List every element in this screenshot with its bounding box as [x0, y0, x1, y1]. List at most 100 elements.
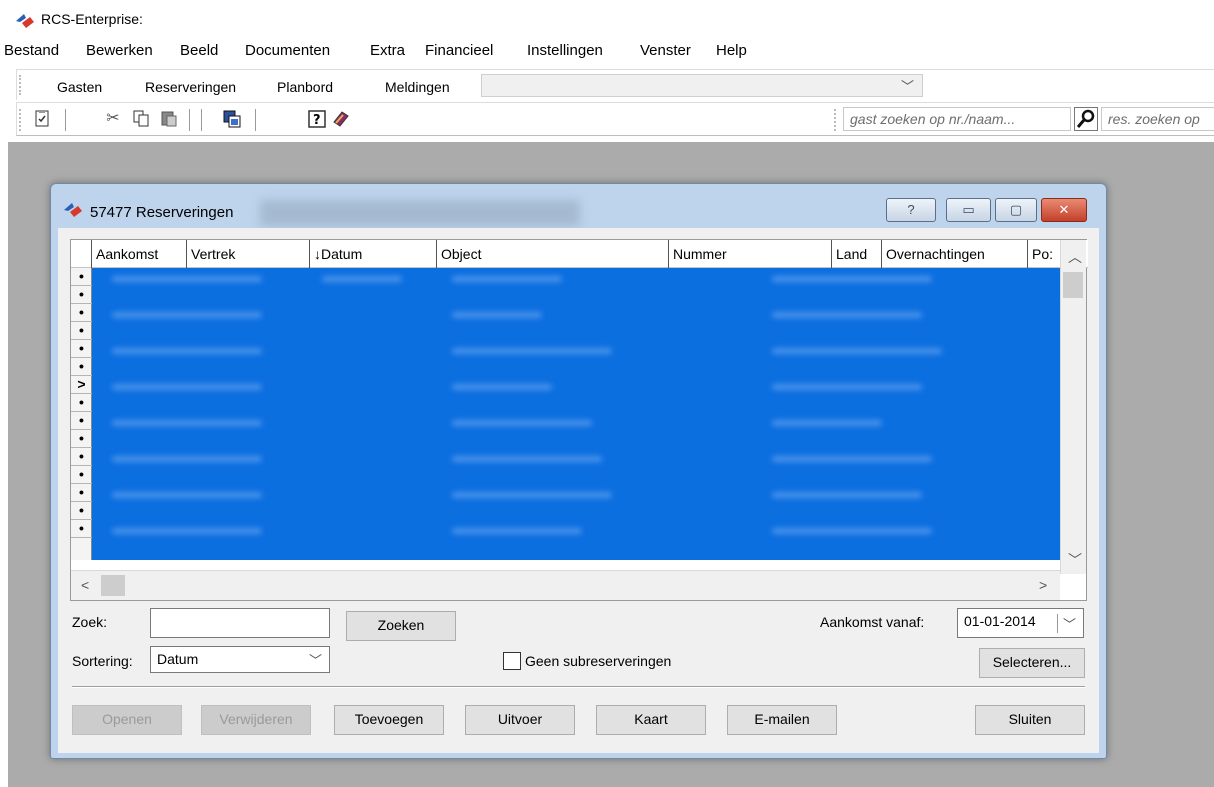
menu-bestand[interactable]: Bestand — [4, 42, 59, 59]
toolbar-grip[interactable] — [834, 109, 837, 131]
column-header-land[interactable]: Land — [831, 240, 881, 268]
tab-bar-grip[interactable] — [19, 75, 22, 95]
row-marker[interactable]: • — [71, 520, 92, 538]
column-header-vertrek[interactable]: Vertrek — [186, 240, 309, 268]
email-button[interactable]: E-mailen — [727, 705, 837, 735]
toolbar-separator — [189, 109, 190, 131]
export-button[interactable]: Uitvoer — [465, 705, 575, 735]
tab-gasten[interactable]: Gasten — [57, 79, 102, 95]
horizontal-scroll-thumb[interactable] — [101, 575, 125, 596]
dialog-title-redacted — [260, 200, 580, 226]
copy-icon[interactable] — [131, 109, 151, 129]
maximize-icon[interactable]: ▢ — [995, 198, 1037, 222]
sort-select[interactable]: Datum ﹀ — [150, 646, 330, 673]
row-marker[interactable]: • — [71, 268, 92, 286]
row-marker[interactable]: • — [71, 448, 92, 466]
tab-meldingen[interactable]: Meldingen — [385, 79, 450, 95]
grid-header: Aankomst Vertrek ↓Datum Object Nummer La… — [71, 240, 1088, 268]
tab-bar: Gasten Reserveringen Planbord Meldingen … — [16, 69, 1214, 100]
scroll-right-icon[interactable]: > — [1039, 577, 1047, 593]
row-marker[interactable]: • — [71, 340, 92, 358]
guest-search-input[interactable]: gast zoeken op nr./naam... — [843, 107, 1071, 131]
tab-reserveringen[interactable]: Reserveringen — [145, 79, 236, 95]
menu-help[interactable]: Help — [716, 42, 747, 59]
menu-instellingen[interactable]: Instellingen — [527, 42, 603, 59]
clipboard-check-icon[interactable] — [32, 109, 52, 129]
chevron-down-icon: ﹀ — [308, 653, 322, 668]
no-subreservations-checkbox[interactable] — [503, 652, 521, 670]
chevron-down-icon[interactable]: ﹀ — [1056, 614, 1076, 633]
scroll-up-icon[interactable]: ︿ — [1068, 247, 1082, 267]
arrival-from-value: 01-01-2014 — [964, 613, 1036, 629]
column-header-nummer[interactable]: Nummer — [668, 240, 831, 268]
horizontal-scrollbar[interactable]: < > — [71, 570, 1060, 600]
row-marker[interactable]: • — [71, 430, 92, 448]
dialog-title: 57477 Reserveringen — [90, 204, 234, 221]
help-icon[interactable]: ? — [307, 109, 327, 129]
row-marker[interactable]: • — [71, 502, 92, 520]
search-button[interactable]: Zoeken — [346, 611, 456, 641]
toolbar-combo[interactable]: ﹀ — [481, 74, 923, 97]
column-header-postcode[interactable]: Po: — [1027, 240, 1060, 268]
row-marker[interactable]: • — [71, 286, 92, 304]
toolbar-grip[interactable] — [19, 109, 22, 131]
close-button[interactable]: Sluiten — [975, 705, 1085, 735]
app-title: RCS-Enterprise: — [41, 11, 143, 27]
scroll-down-icon[interactable]: ﹀ — [1068, 550, 1082, 570]
sort-label: Sortering: — [72, 653, 133, 669]
add-button[interactable]: Toevoegen — [334, 705, 444, 735]
cut-icon[interactable]: ✂ — [103, 109, 123, 129]
dialog-divider — [72, 686, 1085, 688]
reservation-search-input[interactable]: res. zoeken op — [1101, 107, 1214, 131]
menu-documenten[interactable]: Documenten — [245, 42, 330, 59]
grid-rows-redacted[interactable] — [92, 268, 1060, 560]
row-marker[interactable]: • — [71, 322, 92, 340]
search-input[interactable] — [150, 608, 330, 638]
vertical-scroll-thumb[interactable] — [1063, 272, 1083, 298]
row-marker[interactable]: • — [71, 484, 92, 502]
search-icon[interactable] — [1074, 107, 1098, 131]
column-header-overnachtingen[interactable]: Overnachtingen — [881, 240, 1027, 268]
close-icon[interactable]: ✕ — [1041, 198, 1087, 222]
row-marker[interactable]: • — [71, 358, 92, 376]
app-logo-icon — [16, 14, 34, 28]
no-subreservations-label[interactable]: Geen subreserveringen — [525, 653, 671, 669]
map-button[interactable]: Kaart — [596, 705, 706, 735]
scroll-left-icon[interactable]: < — [81, 577, 89, 593]
dialog-help-button[interactable]: ? — [886, 198, 936, 222]
menu-bar: Bestand Bewerken Beeld Documenten Extra … — [0, 42, 1214, 66]
arrival-from-date-picker[interactable]: 01-01-2014 ﹀ — [957, 608, 1084, 638]
row-headers: • • • • • • > • • • • • • • • — [71, 268, 92, 560]
dialog-logo-icon — [64, 203, 82, 217]
row-marker[interactable]: • — [71, 304, 92, 322]
column-header-object[interactable]: Object — [436, 240, 668, 268]
windows-icon[interactable] — [222, 109, 242, 129]
reservations-grid[interactable]: Aankomst Vertrek ↓Datum Object Nummer La… — [70, 239, 1088, 601]
open-button[interactable]: Openen — [72, 705, 182, 735]
toolbar-separator — [201, 109, 202, 131]
menu-extra[interactable]: Extra — [370, 42, 405, 59]
chevron-down-icon: ﹀ — [900, 79, 914, 94]
menu-venster[interactable]: Venster — [640, 42, 691, 59]
menu-financieel[interactable]: Financieel — [425, 42, 493, 59]
row-marker[interactable]: • — [71, 412, 92, 430]
search-label: Zoek: — [72, 614, 108, 630]
toolbar-separator — [255, 109, 256, 131]
delete-button[interactable]: Verwijderen — [201, 705, 311, 735]
select-button[interactable]: Selecteren... — [979, 648, 1085, 678]
sort-value: Datum — [157, 651, 199, 667]
row-marker[interactable]: • — [71, 466, 92, 484]
row-marker[interactable]: • — [71, 394, 92, 412]
menu-beeld[interactable]: Beeld — [180, 42, 218, 59]
tab-planbord[interactable]: Planbord — [277, 79, 333, 95]
minimize-icon[interactable]: ▭ — [946, 198, 991, 222]
arrival-from-label: Aankomst vanaf: — [820, 614, 925, 630]
vertical-scrollbar[interactable]: ︿ ﹀ — [1060, 240, 1086, 574]
toolbar: ✂ ? gast zoeken op nr./naam... res. zoek… — [16, 102, 1214, 136]
menu-bewerken[interactable]: Bewerken — [86, 42, 153, 59]
column-header-aankomst[interactable]: Aankomst — [91, 240, 186, 268]
book-icon[interactable] — [331, 109, 351, 129]
column-header-datum[interactable]: ↓Datum — [309, 240, 436, 268]
row-marker-current[interactable]: > — [71, 376, 92, 394]
paste-icon[interactable] — [159, 109, 179, 129]
